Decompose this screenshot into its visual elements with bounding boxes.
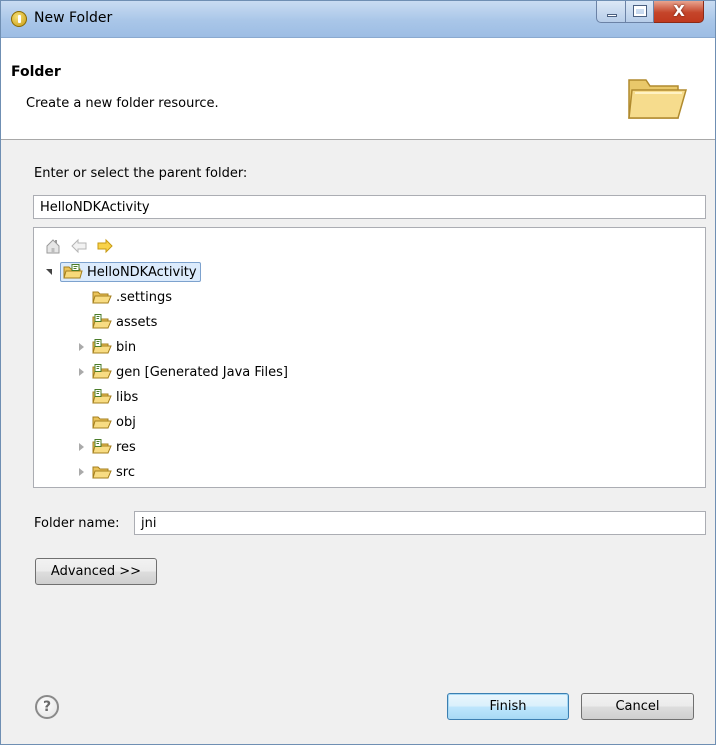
folder-tree[interactable]: HelloNDKActivity .settings assets bin ge… — [33, 227, 706, 488]
collapse-icon[interactable] — [44, 266, 56, 278]
folder-name-input[interactable]: jni — [134, 511, 706, 535]
folder-name-label: Folder name: — [34, 516, 120, 531]
tree-row-gen[interactable]: gen [Generated Java Files] — [76, 361, 288, 383]
tree-item-label: .settings — [116, 289, 172, 305]
tree-item-label: res — [116, 439, 136, 455]
tree-item-label: src — [116, 464, 135, 480]
expand-icon[interactable] — [76, 341, 88, 353]
parent-folder-label: Enter or select the parent folder: — [34, 166, 248, 181]
title-bar[interactable]: New Folder X — [1, 1, 715, 38]
minimize-icon — [607, 14, 617, 17]
tree-row-assets[interactable]: assets — [76, 311, 157, 333]
project-icon — [63, 264, 83, 279]
expand-icon[interactable] — [76, 441, 88, 453]
wizard-title: Folder — [11, 64, 61, 80]
wizard-description: Create a new folder resource. — [26, 96, 219, 111]
back-arrow-icon[interactable] — [70, 237, 88, 255]
tree-root-selection[interactable]: HelloNDKActivity — [60, 262, 201, 282]
tree-row-settings[interactable]: .settings — [76, 286, 172, 308]
cancel-button[interactable]: Cancel — [581, 693, 694, 720]
source-folder-icon — [92, 364, 112, 379]
source-folder-icon — [92, 314, 112, 329]
source-folder-icon — [92, 389, 112, 404]
window-title: New Folder — [34, 10, 113, 26]
maximize-button[interactable] — [626, 1, 654, 23]
tree-item-label: libs — [116, 389, 139, 405]
expand-icon[interactable] — [76, 466, 88, 478]
new-folder-dialog: New Folder X Folder Create a new folder … — [0, 0, 716, 745]
advanced-button[interactable]: Advanced >> — [35, 558, 157, 585]
tree-row-bin[interactable]: bin — [76, 336, 136, 358]
close-icon: X — [673, 2, 685, 20]
expand-icon[interactable] — [76, 366, 88, 378]
source-folder-icon — [92, 339, 112, 354]
folder-icon — [92, 291, 112, 304]
tree-row-obj[interactable]: obj — [76, 411, 136, 433]
tree-root-label: HelloNDKActivity — [87, 264, 197, 280]
finish-button[interactable]: Finish — [447, 693, 569, 720]
folder-icon — [92, 466, 112, 479]
wizard-header: Folder Create a new folder resource. — [1, 38, 715, 140]
tree-toolbar — [44, 236, 114, 256]
tree-item-label: bin — [116, 339, 137, 355]
tree-row-libs[interactable]: libs — [76, 386, 138, 408]
folder-icon — [92, 416, 112, 429]
home-icon[interactable] — [44, 237, 62, 255]
parent-folder-input[interactable]: HelloNDKActivity — [33, 195, 706, 219]
help-icon[interactable]: ? — [35, 695, 59, 719]
forward-arrow-icon[interactable] — [96, 237, 114, 255]
eclipse-app-icon — [11, 11, 27, 27]
tree-item-label: obj — [116, 414, 136, 430]
tree-row-res[interactable]: res — [76, 436, 136, 458]
maximize-icon — [633, 5, 647, 17]
window-controls: X — [596, 1, 704, 25]
source-folder-icon — [92, 439, 112, 454]
tree-row-src[interactable]: src — [76, 461, 135, 483]
minimize-button[interactable] — [596, 1, 626, 23]
tree-item-label: gen [Generated Java Files] — [116, 364, 288, 380]
close-button[interactable]: X — [654, 1, 704, 23]
folder-banner-icon — [628, 79, 687, 119]
tree-row-root[interactable]: HelloNDKActivity — [44, 261, 201, 283]
tree-item-label: assets — [116, 314, 158, 330]
